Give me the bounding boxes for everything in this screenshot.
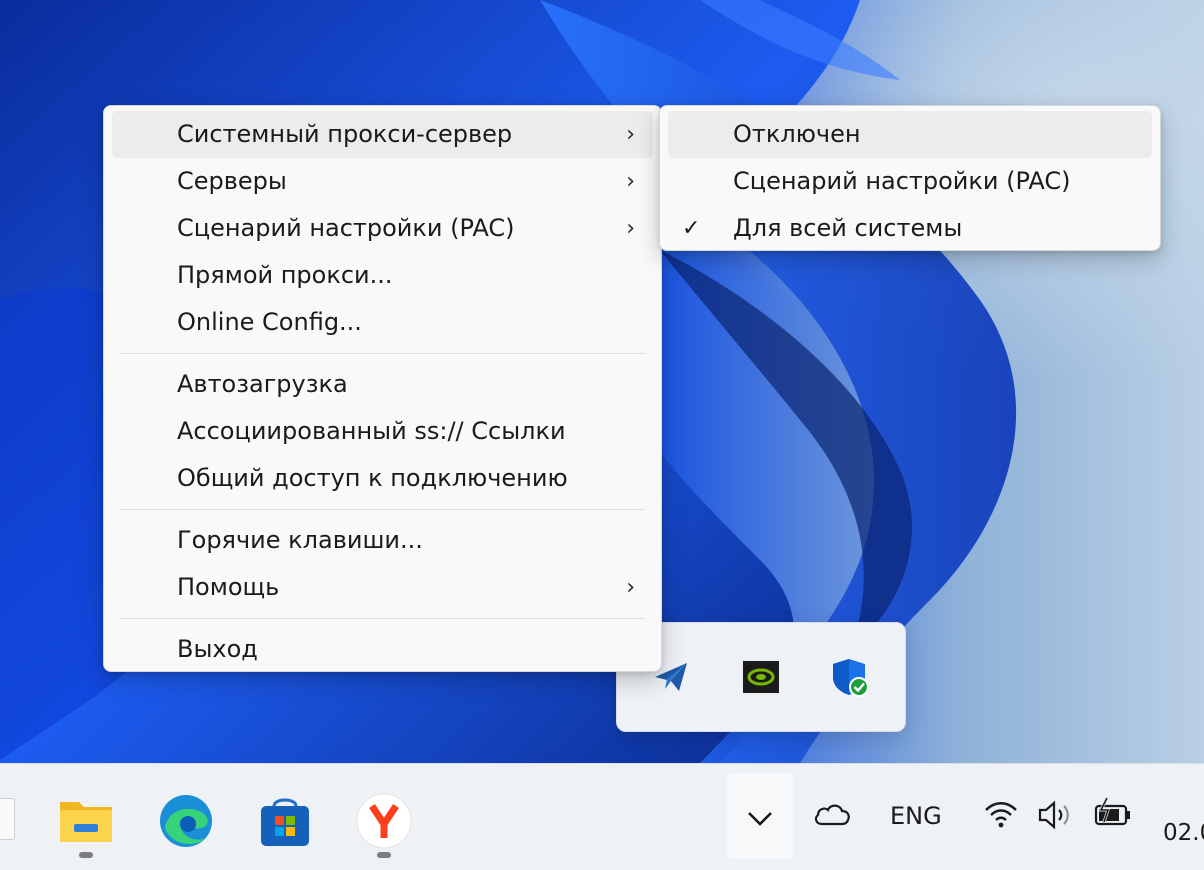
chevron-right-icon: ›	[626, 575, 635, 600]
clock-date[interactable]: 02.0	[1163, 820, 1204, 846]
menu-item-associate-ss-links[interactable]: Ассоциированный ss:// Ссылки	[112, 408, 653, 455]
onedrive-cloud-icon[interactable]	[812, 800, 852, 828]
menu-item-label: Сценарий настройки (PAC)	[177, 214, 515, 242]
chevron-right-icon: ›	[626, 169, 635, 194]
menu-item-label: Общий доступ к подключению	[177, 464, 568, 492]
menu-item-forward-proxy[interactable]: Прямой прокси...	[112, 252, 653, 299]
menu-item-help[interactable]: Помощь ›	[112, 564, 653, 611]
menu-item-label: Автозагрузка	[177, 370, 348, 398]
menu-separator	[120, 509, 645, 510]
submenu-item-global[interactable]: ✓ Для всей системы	[668, 205, 1152, 252]
running-indicator	[377, 852, 391, 858]
menu-item-pac-script[interactable]: Сценарий настройки (PAC) ›	[112, 205, 653, 252]
menu-item-label: Прямой прокси...	[177, 261, 393, 289]
microsoft-store-icon[interactable]	[256, 792, 314, 850]
checkmark-icon: ✓	[682, 216, 701, 241]
menu-item-servers[interactable]: Серверы ›	[112, 158, 653, 205]
menu-item-label: Системный прокси-сервер	[177, 120, 513, 148]
menu-item-label: Выход	[177, 635, 258, 663]
edge-icon[interactable]	[157, 792, 215, 850]
wifi-icon[interactable]	[984, 800, 1018, 830]
menu-item-label: Горячие клавиши...	[177, 526, 423, 554]
menu-item-system-proxy[interactable]: Системный прокси-сервер ›	[112, 111, 653, 158]
menu-item-exit[interactable]: Выход	[112, 626, 653, 673]
chevron-right-icon: ›	[626, 216, 635, 241]
menu-item-label: Online Config...	[177, 308, 362, 336]
menu-item-label: Для всей системы	[733, 214, 963, 242]
menu-item-label: Помощь	[177, 573, 280, 601]
menu-item-label: Сценарий настройки (PAC)	[733, 167, 1071, 195]
menu-item-online-config[interactable]: Online Config...	[112, 299, 653, 346]
submenu-item-disabled[interactable]: Отключен	[668, 111, 1152, 158]
system-proxy-submenu: Отключен Сценарий настройки (PAC) ✓ Для …	[659, 105, 1161, 251]
input-language-indicator[interactable]: ENG	[890, 802, 942, 830]
running-indicator	[79, 852, 93, 858]
menu-item-share-connection[interactable]: Общий доступ к подключению	[112, 455, 653, 502]
show-hidden-icons-button[interactable]	[727, 773, 794, 859]
menu-separator	[120, 353, 645, 354]
chevron-down-icon	[748, 812, 772, 826]
chevron-right-icon: ›	[626, 122, 635, 147]
yandex-browser-icon[interactable]	[355, 792, 413, 850]
partial-app-icon[interactable]	[0, 798, 15, 840]
menu-separator	[120, 618, 645, 619]
battery-charging-icon[interactable]	[1093, 796, 1133, 830]
nvidia-icon[interactable]	[741, 657, 781, 697]
menu-item-autostart[interactable]: Автозагрузка	[112, 361, 653, 408]
tray-context-menu: Системный прокси-сервер › Серверы › Сцен…	[103, 105, 662, 672]
menu-item-label: Ассоциированный ss:// Ссылки	[177, 417, 566, 445]
volume-icon[interactable]	[1037, 800, 1075, 830]
taskbar: ENG 02.0	[0, 763, 1204, 870]
submenu-item-pac[interactable]: Сценарий настройки (PAC)	[668, 158, 1152, 205]
menu-item-label: Серверы	[177, 167, 287, 195]
menu-item-label: Отключен	[733, 120, 861, 148]
windows-security-icon[interactable]	[831, 657, 871, 697]
menu-item-hotkeys[interactable]: Горячие клавиши...	[112, 517, 653, 564]
file-explorer-icon[interactable]	[57, 792, 115, 850]
